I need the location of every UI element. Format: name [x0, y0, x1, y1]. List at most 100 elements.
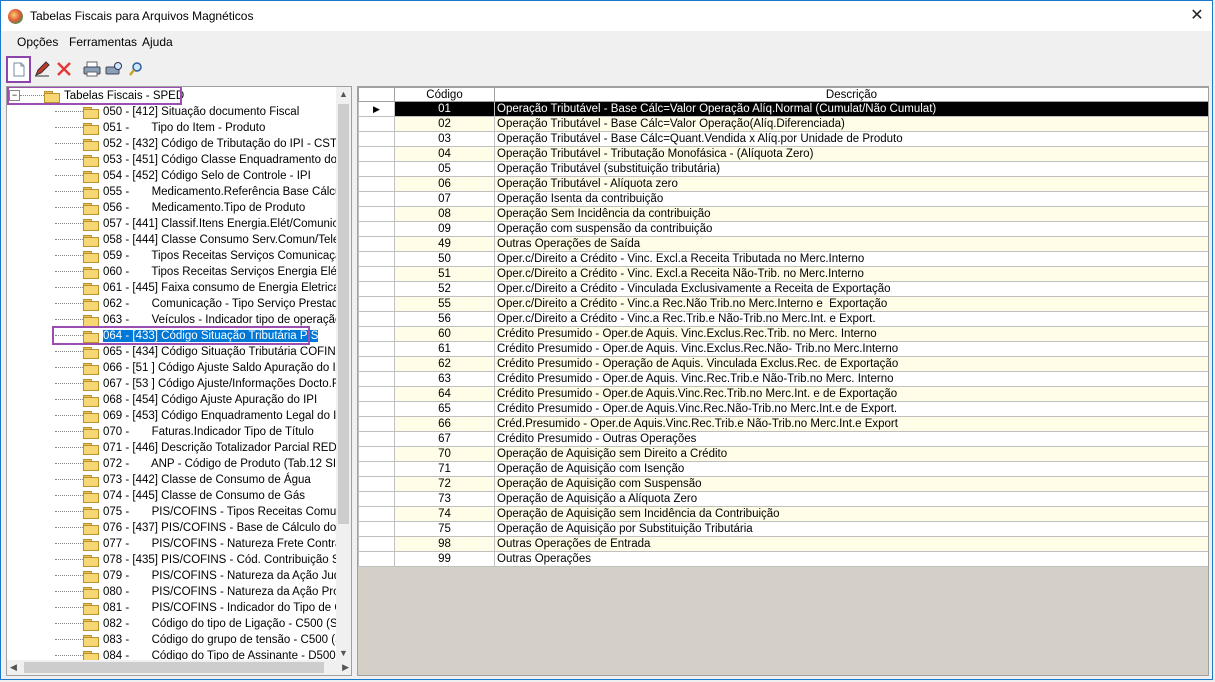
tree-item[interactable]: 077 - PIS/COFINS - Natureza Frete Contra…	[55, 536, 351, 552]
row-indicator[interactable]	[358, 266, 395, 282]
tree-item[interactable]: 079 - PIS/COFINS - Natureza da Ação Judi…	[55, 568, 351, 584]
tree-item[interactable]: 062 - Comunicação - Tipo Serviço Prestad…	[55, 296, 351, 312]
row-indicator[interactable]	[358, 251, 395, 267]
row-indicator[interactable]	[358, 326, 395, 342]
cell-descricao[interactable]: Outras Operações	[494, 551, 1208, 567]
cell-descricao[interactable]: Oper.c/Direito a Crédito - Vinc. Excl.a …	[494, 266, 1208, 282]
cell-descricao[interactable]: Créd.Presumido - Oper.de Aquis.Vinc.Rec.…	[494, 416, 1208, 432]
cell-codigo[interactable]: 98	[394, 536, 495, 552]
row-indicator[interactable]	[358, 146, 395, 162]
tree-item[interactable]: 057 - [441] Classif.Itens Energia.Elét/C…	[55, 216, 351, 232]
table-row[interactable]: 50 Oper.c/Direito a Crédito - Vinc. Excl.…	[358, 251, 1208, 267]
row-indicator[interactable]	[358, 431, 395, 447]
cell-codigo[interactable]: 65	[394, 401, 495, 417]
tree-item[interactable]: 052 - [432] Código de Tributação do IPI …	[55, 136, 351, 152]
cell-descricao[interactable]: Operação Tributável - Base Cálc=Quant.Ve…	[494, 131, 1208, 147]
cell-codigo[interactable]: 01	[394, 101, 495, 117]
table-row[interactable]: 49 Outras Operações de Saída	[358, 236, 1208, 252]
cell-descricao[interactable]: Outras Operações de Entrada	[494, 536, 1208, 552]
tree-item[interactable]: 078 - [435] PIS/COFINS - Cód. Contribuiç…	[55, 552, 351, 568]
scroll-right-icon[interactable]: ▶	[342, 662, 349, 673]
menu-ajuda[interactable]: Ajuda	[142, 35, 173, 49]
row-indicator[interactable]	[358, 416, 395, 432]
row-indicator[interactable]	[358, 296, 395, 312]
cell-descricao[interactable]: Crédito Presumido - Operação de Aquis. V…	[494, 356, 1208, 372]
table-row[interactable]: 03 Operação Tributável - Base Cálc=Quant.…	[358, 131, 1208, 147]
tree-item[interactable]: 053 - [451] Código Classe Enquadramento …	[55, 152, 351, 168]
table-row[interactable]: 55 Oper.c/Direito a Crédito - Vinc.a Rec.…	[358, 296, 1208, 312]
row-indicator[interactable]	[358, 386, 395, 402]
table-row[interactable]: 62 Crédito Presumido - Operação de Aquis.…	[358, 356, 1208, 372]
table-row[interactable]: 56 Oper.c/Direito a Crédito - Vinc.a Rec.…	[358, 311, 1208, 327]
table-row[interactable]: 66 Créd.Presumido - Oper.de Aquis.Vinc.Re…	[358, 416, 1208, 432]
cell-descricao[interactable]: Crédito Presumido - Oper.de Aquis.Vinc.R…	[494, 386, 1208, 402]
row-indicator[interactable]	[358, 521, 395, 537]
tree-item[interactable]: 074 - [445] Classe de Consumo de Gás	[55, 488, 351, 504]
row-indicator[interactable]	[358, 221, 395, 237]
row-indicator[interactable]	[358, 161, 395, 177]
cell-descricao[interactable]: Operação Sem Incidência da contribuição	[494, 206, 1208, 222]
tree-item[interactable]: 061 - [445] Faixa consumo de Energia Ele…	[55, 280, 351, 296]
tree-item[interactable]: 055 - Medicamento.Referência Base Cálcul…	[55, 184, 351, 200]
table-row[interactable]: 74 Operação de Aquisição sem Incidência d…	[358, 506, 1208, 522]
row-indicator[interactable]	[358, 536, 395, 552]
cell-codigo[interactable]: 09	[394, 221, 495, 237]
table-row[interactable]: 72 Operação de Aquisição com Suspensão	[358, 476, 1208, 492]
cell-descricao[interactable]: Oper.c/Direito a Crédito - Vinc.a Rec.Nã…	[494, 296, 1208, 312]
cell-descricao[interactable]: Oper.c/Direito a Crédito - Vinculada Exc…	[494, 281, 1208, 297]
table-row[interactable]: 61 Crédito Presumido - Oper.de Aquis. Vin…	[358, 341, 1208, 357]
cell-descricao[interactable]: Operação de Aquisição com Suspensão	[494, 476, 1208, 492]
table-row[interactable]: 60 Crédito Presumido - Oper.de Aquis. Vin…	[358, 326, 1208, 342]
row-indicator[interactable]	[358, 401, 395, 417]
row-indicator[interactable]	[358, 371, 395, 387]
row-indicator[interactable]	[358, 491, 395, 507]
row-indicator[interactable]	[358, 206, 395, 222]
table-row[interactable]: 51 Oper.c/Direito a Crédito - Vinc. Excl.…	[358, 266, 1208, 282]
column-header-codigo[interactable]: Código	[394, 87, 495, 102]
scroll-up-icon[interactable]: ▲	[339, 89, 348, 99]
tree-item[interactable]: 073 - [442] Classe de Consumo de Água	[55, 472, 351, 488]
cell-descricao[interactable]: Operação Tributável - Alíquota zero	[494, 176, 1208, 192]
cell-codigo[interactable]: 74	[394, 506, 495, 522]
cell-codigo[interactable]: 56	[394, 311, 495, 327]
edit-pencil-icon[interactable]	[31, 58, 53, 80]
menu-ferramentas[interactable]: Ferramentas	[69, 35, 137, 49]
cell-descricao[interactable]: Operação Tributável - Base Cálc=Valor Op…	[494, 101, 1208, 117]
cell-codigo[interactable]: 51	[394, 266, 495, 282]
cell-descricao[interactable]: Operação de Aquisição sem Incidência da …	[494, 506, 1208, 522]
row-indicator[interactable]	[358, 176, 395, 192]
tree-item[interactable]: 069 - [453] Código Enquadramento Legal d…	[55, 408, 351, 424]
row-indicator[interactable]	[358, 191, 395, 207]
cell-descricao[interactable]: Operação com suspensão da contribuição	[494, 221, 1208, 237]
row-indicator[interactable]	[358, 341, 395, 357]
table-row[interactable]: 06 Operação Tributável - Alíquota zero	[358, 176, 1208, 192]
table-row[interactable]: 70 Operação de Aquisição sem Direito a Cr…	[358, 446, 1208, 462]
table-row[interactable]: 73 Operação de Aquisição a Alíquota Zero	[358, 491, 1208, 507]
new-document-icon[interactable]	[6, 56, 31, 83]
cell-codigo[interactable]: 55	[394, 296, 495, 312]
hscroll-thumb[interactable]	[24, 662, 324, 673]
tree-item[interactable]: 067 - [53 ] Código Ajuste/Informações Do…	[55, 376, 351, 392]
tree-item[interactable]: 054 - [452] Código Selo de Controle - IP…	[55, 168, 351, 184]
cell-descricao[interactable]: Operação de Aquisição com Isenção	[494, 461, 1208, 477]
cell-codigo[interactable]: 08	[394, 206, 495, 222]
scroll-down-icon[interactable]: ▼	[339, 648, 348, 658]
cell-codigo[interactable]: 50	[394, 251, 495, 267]
row-indicator[interactable]	[358, 131, 395, 147]
cell-codigo[interactable]: 72	[394, 476, 495, 492]
table-row[interactable]: 75 Operação de Aquisição por Substituição…	[358, 521, 1208, 537]
row-indicator[interactable]	[358, 281, 395, 297]
tree-item[interactable]: 080 - PIS/COFINS - Natureza da Ação Proc…	[55, 584, 351, 600]
table-row[interactable]: 65 Crédito Presumido - Oper.de Aquis.Vinc…	[358, 401, 1208, 417]
cell-descricao[interactable]: Operação Tributável (substituição tribut…	[494, 161, 1208, 177]
cell-descricao[interactable]: Crédito Presumido - Oper.de Aquis. Vinc.…	[494, 326, 1208, 342]
cell-descricao[interactable]: Operação Isenta da contribuição	[494, 191, 1208, 207]
cell-descricao[interactable]: Oper.c/Direito a Crédito - Vinc.a Rec.Tr…	[494, 311, 1208, 327]
cell-descricao[interactable]: Crédito Presumido - Oper.de Aquis.Vinc.R…	[494, 401, 1208, 417]
tree-item[interactable]: 066 - [51 ] Código Ajuste Saldo Apuração…	[55, 360, 351, 376]
cell-codigo[interactable]: 66	[394, 416, 495, 432]
tree-item[interactable]: 070 - Faturas.Indicador Tipo de Título	[55, 424, 351, 440]
print-preview-icon[interactable]	[103, 58, 125, 80]
tree-item[interactable]: 076 - [437] PIS/COFINS - Base de Cálculo…	[55, 520, 351, 536]
cell-codigo[interactable]: 61	[394, 341, 495, 357]
